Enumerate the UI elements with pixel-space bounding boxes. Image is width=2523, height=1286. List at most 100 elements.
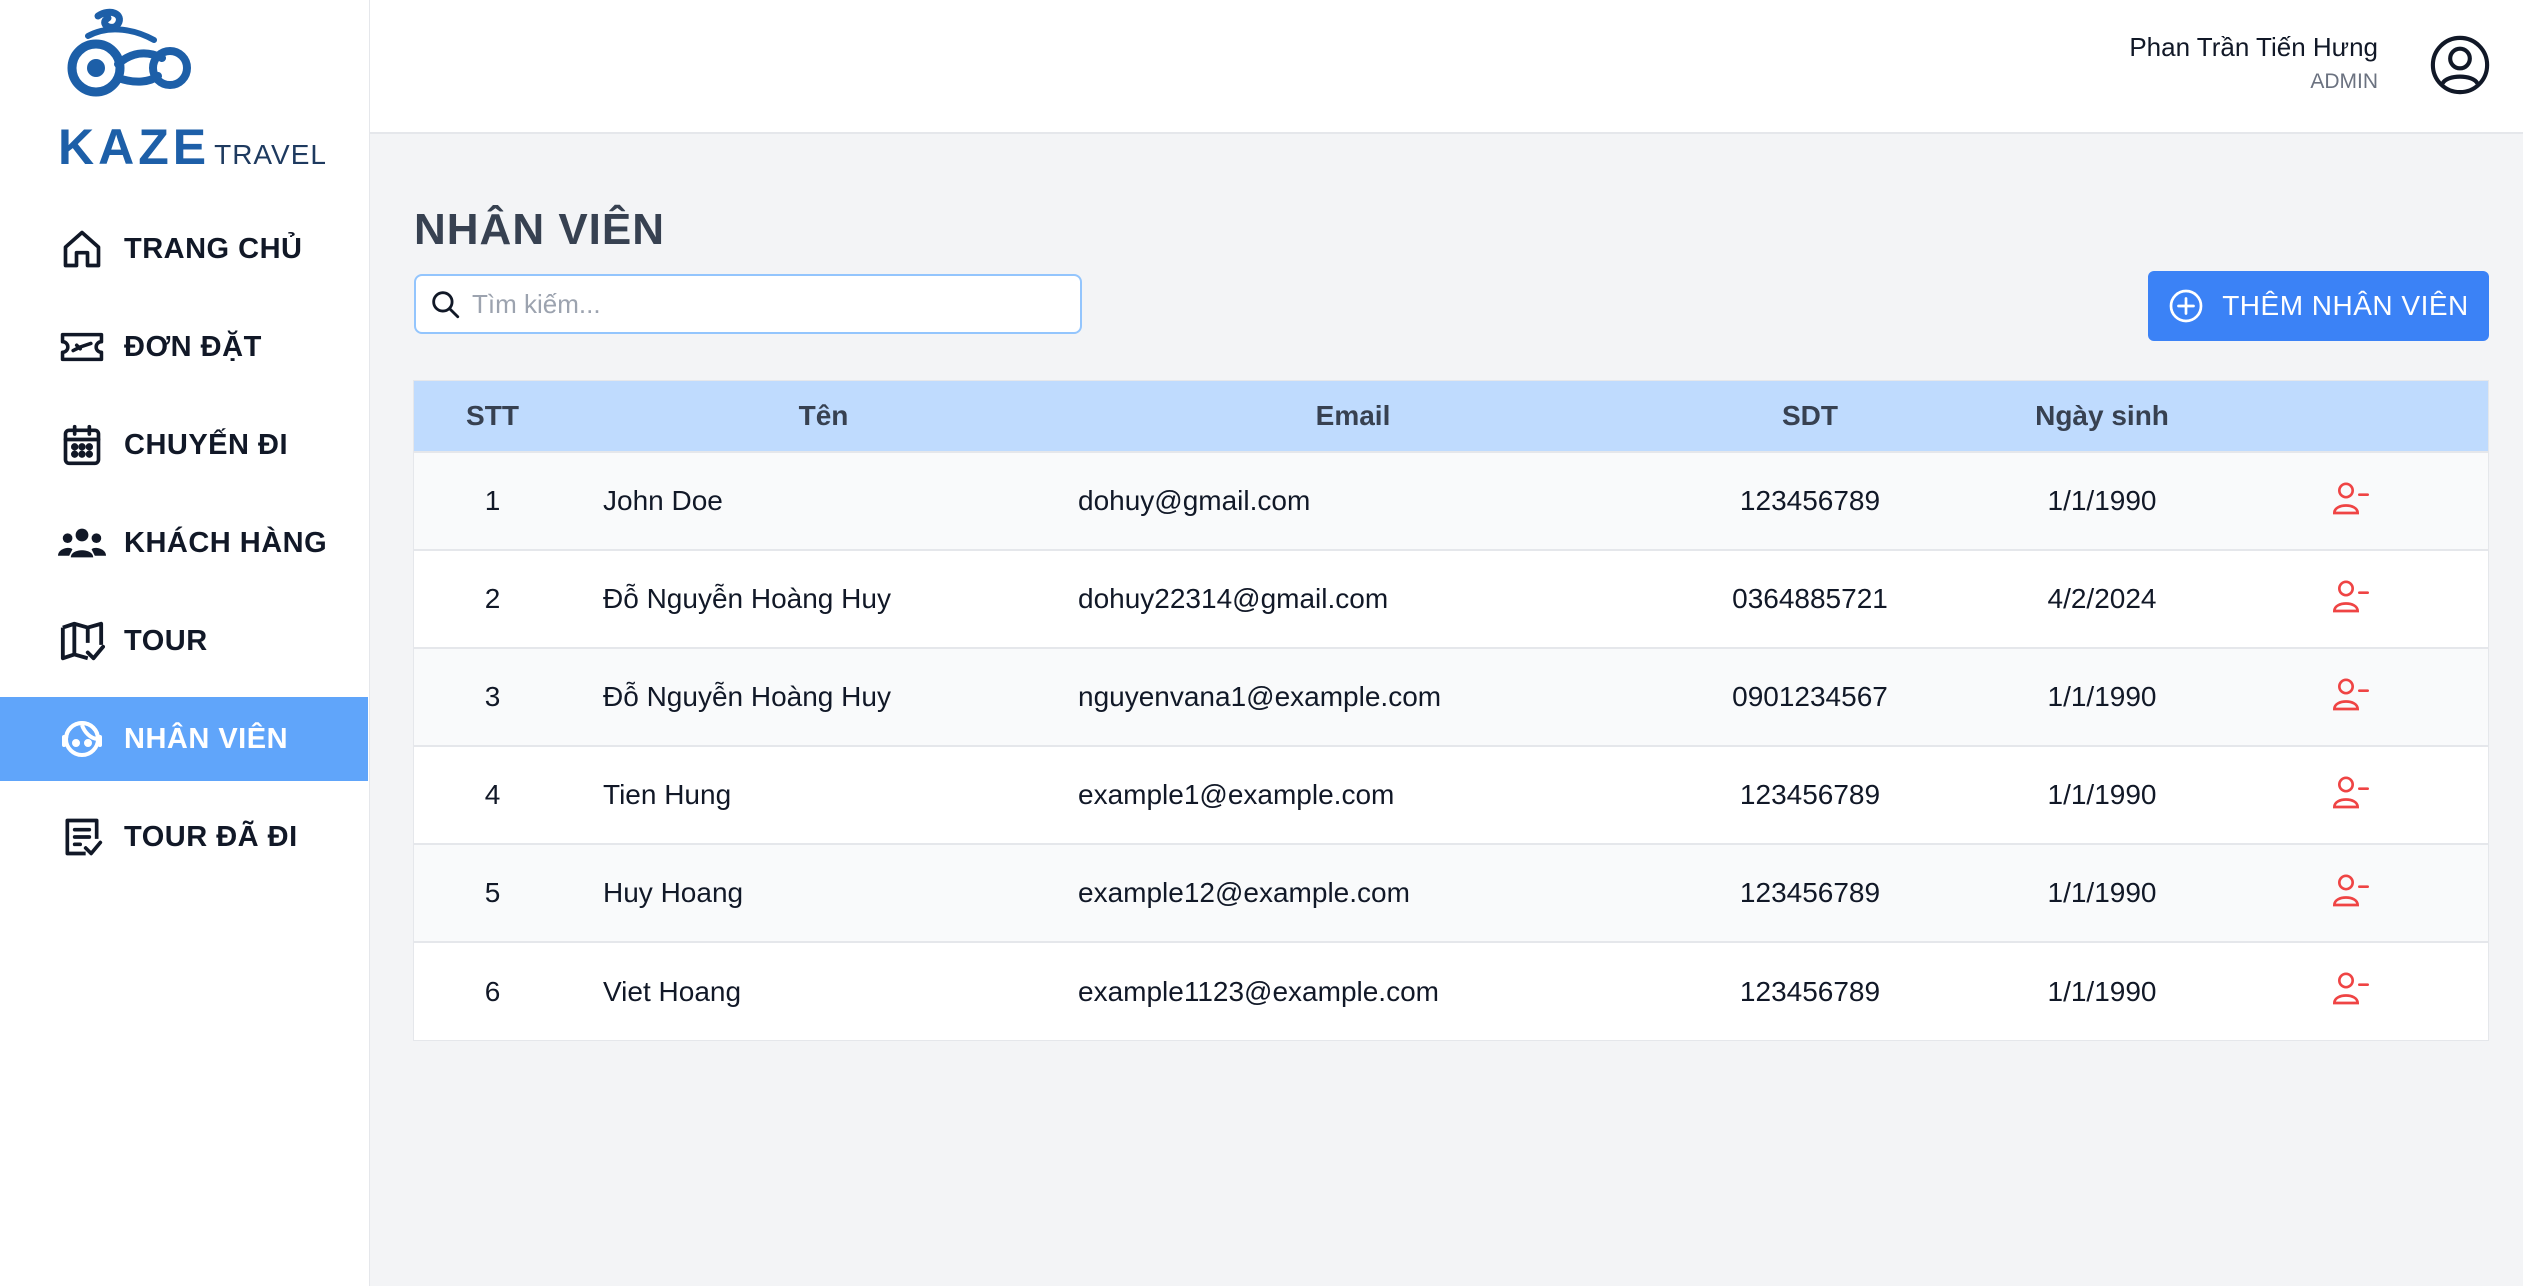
cell-birthdate: 1/1/1990 xyxy=(2047,877,2157,908)
cell-name-text: Đỗ Nguyễn Hoàng Huy xyxy=(603,583,891,614)
cell-actions xyxy=(2213,648,2488,746)
cell-stt: 3 xyxy=(484,681,501,712)
search-icon xyxy=(428,287,462,321)
sidebar-item-tour[interactable]: TOUR xyxy=(0,599,368,683)
cell-actions xyxy=(2213,746,2488,844)
cell-phone: 123456789 xyxy=(1739,485,1881,516)
table-row[interactable]: 3 Đỗ Nguyễn Hoàng Huy nguyenvana1@exampl… xyxy=(414,648,2488,746)
cell-phone: 0364885721 xyxy=(1732,583,1888,614)
table-header-row: STT Tên Email SDT Ngày sinh xyxy=(414,381,2488,452)
calendar-icon xyxy=(58,421,106,469)
remove-user-icon[interactable] xyxy=(2331,576,2371,616)
search-input[interactable] xyxy=(470,287,1074,321)
column-header-name[interactable]: Tên xyxy=(571,381,1077,452)
cell-name: Đỗ Nguyễn Hoàng Huy xyxy=(571,550,1077,648)
remove-user-icon[interactable] xyxy=(2331,478,2371,518)
sidebar-item-tour-da-di[interactable]: TOUR ĐÃ ĐI xyxy=(0,795,368,879)
cell-email: dohuy@gmail.com xyxy=(1078,485,1311,516)
plus-circle-icon xyxy=(2168,288,2204,324)
table-row[interactable]: 5 Huy Hoang example12@example.com 123456… xyxy=(414,844,2488,942)
wave-bike-logo-icon xyxy=(67,8,191,97)
cell-phone: 123456789 xyxy=(1739,975,1881,1007)
sidebar-item-chuyen-di[interactable]: CHUYẾN ĐI xyxy=(0,403,368,487)
cell-email: dohuy22314@gmail.com xyxy=(1078,583,1389,614)
cell-email: example1@example.com xyxy=(1078,779,1395,810)
cell-actions xyxy=(2213,550,2488,648)
sidebar-item-khach-hang[interactable]: KHÁCH HÀNG xyxy=(0,501,368,585)
cell-birthdate: 4/2/2024 xyxy=(2047,583,2157,614)
home-icon xyxy=(58,225,106,273)
remove-user-icon[interactable] xyxy=(2331,968,2371,1008)
sidebar: KAZETRAVEL TRANG CHỦ ĐƠN ĐẶT CHUYẾN ĐI xyxy=(0,0,370,1286)
remove-user-icon[interactable] xyxy=(2331,674,2371,714)
cell-name-text: Viet Hoang xyxy=(603,975,742,1007)
sidebar-nav: TRANG CHỦ ĐƠN ĐẶT CHUYẾN ĐI KHÁCH HÀNG T… xyxy=(0,207,368,893)
cell-stt: 5 xyxy=(484,877,501,908)
staff-face-icon xyxy=(58,715,106,763)
sidebar-item-label: TOUR ĐÃ ĐI xyxy=(124,820,298,853)
cell-birthdate: 1/1/1990 xyxy=(2047,485,2157,516)
brand-logo[interactable]: KAZE TRAVEL xyxy=(58,6,326,176)
cell-name: Huy Hoang xyxy=(571,844,1077,942)
cell-name-text: Tien Hung xyxy=(603,779,732,810)
sidebar-item-label: KHÁCH HÀNG xyxy=(124,526,328,559)
brand-name: KAZE xyxy=(58,119,211,175)
sidebar-item-trang-chu[interactable]: TRANG CHỦ xyxy=(0,207,368,291)
cell-birthdate: 1/1/1990 xyxy=(2047,779,2157,810)
sidebar-item-don-dat[interactable]: ĐƠN ĐẶT xyxy=(0,305,368,389)
cell-email: example12@example.com xyxy=(1078,877,1410,908)
sidebar-item-label: ĐƠN ĐẶT xyxy=(124,330,262,363)
add-staff-button[interactable]: THÊM NHÂN VIÊN xyxy=(2148,271,2489,341)
cell-phone: 123456789 xyxy=(1739,779,1881,810)
cell-stt: 4 xyxy=(484,779,501,810)
column-header-phone[interactable]: SDT xyxy=(1629,381,1991,452)
remove-user-icon[interactable] xyxy=(2331,772,2371,812)
ticket-icon xyxy=(58,323,106,371)
cell-birthdate: 1/1/1990 xyxy=(2047,681,2157,712)
cell-actions xyxy=(2213,452,2488,550)
search-box xyxy=(414,274,1082,334)
table-row[interactable]: 4 Tien Hung example1@example.com 1234567… xyxy=(414,746,2488,844)
brand-wordmark: KAZE TRAVEL xyxy=(58,118,327,176)
cell-email: nguyenvana1@example.com xyxy=(1078,681,1442,712)
add-staff-label: THÊM NHÂN VIÊN xyxy=(2222,290,2469,321)
checklist-icon xyxy=(58,813,106,861)
cell-name: John Doe xyxy=(571,452,1077,550)
cell-birthdate: 1/1/1990 xyxy=(2047,975,2157,1007)
sidebar-item-label: NHÂN VIÊN xyxy=(124,722,289,755)
table-row[interactable]: 1 John Doe dohuy@gmail.com 123456789 1/1… xyxy=(414,452,2488,550)
user-name: Phan Trần Tiến Hưng xyxy=(2129,32,2378,62)
table-row[interactable]: 2 Đỗ Nguyễn Hoàng Huy dohuy22314@gmail.c… xyxy=(414,550,2488,648)
cell-name: Đỗ Nguyễn Hoàng Huy xyxy=(571,648,1077,746)
column-header-birthdate[interactable]: Ngày sinh xyxy=(1991,381,2213,452)
brand-tagline: TRAVEL xyxy=(214,139,327,170)
cell-name-text: John Doe xyxy=(603,485,723,516)
cell-stt: 6 xyxy=(484,975,501,1007)
cell-name: Viet Hoang xyxy=(571,942,1077,1040)
column-header-actions xyxy=(2213,381,2488,452)
sidebar-item-label: CHUYẾN ĐI xyxy=(124,428,289,461)
sidebar-item-nhan-vien[interactable]: NHÂN VIÊN xyxy=(0,697,368,781)
cell-actions xyxy=(2213,844,2488,942)
table-row[interactable]: 6 Viet Hoang example1123@example.com 123… xyxy=(414,942,2488,1040)
user-circle-icon[interactable] xyxy=(2429,34,2491,96)
column-header-email[interactable]: Email xyxy=(1077,381,1629,452)
cell-name: Tien Hung xyxy=(571,746,1077,844)
sidebar-item-label: TRANG CHỦ xyxy=(124,232,303,265)
cell-actions xyxy=(2213,942,2488,1040)
column-header-stt[interactable]: STT xyxy=(414,381,571,452)
top-header: Phan Trần Tiến Hưng ADMIN xyxy=(370,0,2523,134)
user-role: ADMIN xyxy=(2310,70,2378,93)
users-icon xyxy=(58,519,106,567)
cell-stt: 1 xyxy=(484,485,501,516)
cell-email: example1123@example.com xyxy=(1078,975,1439,1007)
page-title: NHÂN VIÊN xyxy=(414,205,666,255)
cell-phone: 123456789 xyxy=(1739,877,1881,908)
cell-phone: 0901234567 xyxy=(1732,681,1888,712)
staff-table: STT Tên Email SDT Ngày sinh 1 John Doe d… xyxy=(413,380,2489,1041)
cell-name-text: Huy Hoang xyxy=(603,877,744,908)
sidebar-item-label: TOUR xyxy=(124,624,208,657)
map-check-icon xyxy=(58,617,106,665)
remove-user-icon[interactable] xyxy=(2331,870,2371,910)
cell-name-text: Đỗ Nguyễn Hoàng Huy xyxy=(603,681,891,712)
